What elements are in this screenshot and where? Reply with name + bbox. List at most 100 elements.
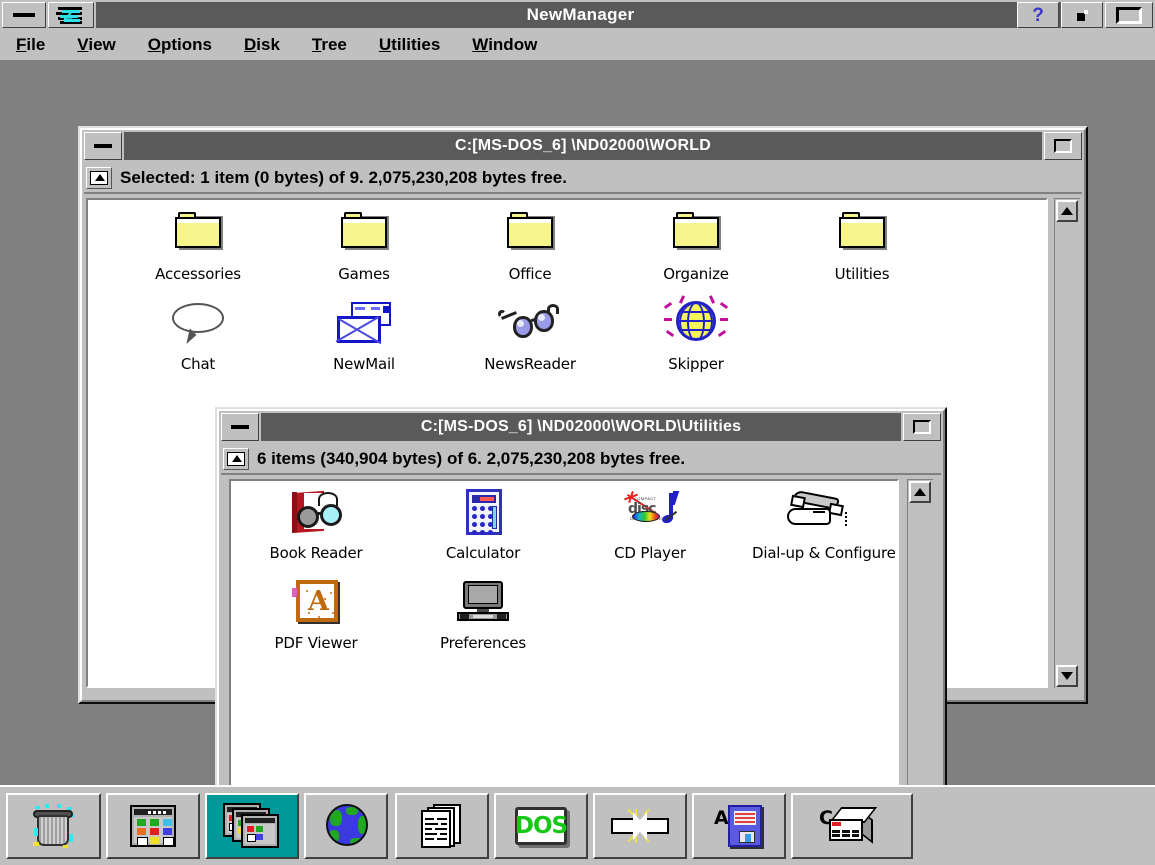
minimize-icon [13,13,35,17]
taskbar-button-ms-dos-prompt[interactable]: DOS [494,793,588,859]
file-item-cd-player[interactable]: COMPACT disc DIGITAL AUDIO CD Player [585,487,715,562]
desktop-root: Z NewManager ? File View Options Disk Tr… [0,0,1155,865]
app-restore-button[interactable] [1061,2,1103,28]
triangle-down-icon [1061,672,1073,680]
book-glasses-icon [284,487,348,541]
taskbar-button-program-manager[interactable] [106,793,200,859]
file-item-pdf-viewer[interactable]: A PDF Viewer [251,577,381,652]
file-item-label: Chat [180,355,216,373]
maximize-icon [1116,6,1142,24]
app-title-text: NewManager [96,2,1065,28]
menu-item-options[interactable]: Options [132,35,228,55]
app-minimize-button[interactable] [2,2,46,28]
minimize-icon [94,144,112,148]
help-button[interactable]: ? [1017,2,1059,28]
menu-bar: File View Options Disk Tree Utilities Wi… [0,30,1155,62]
taskbar-button-close-all[interactable] [593,793,687,859]
window-utilities-file-pane[interactable]: Book Reader Calculator COMPACT disc CD P… [229,479,899,817]
window-world-minimize-button[interactable] [84,132,122,160]
telephone-hand-icon [785,487,849,541]
menu-item-window[interactable]: Window [456,35,553,55]
acrobat-icon: A [284,577,348,631]
window-world-status-text: Selected: 1 item (0 bytes) of 9. 2,075,2… [120,168,567,187]
parent-directory-icon[interactable] [86,167,112,189]
menu-item-file[interactable]: File [0,35,61,55]
window-world-maximize-button[interactable] [1044,132,1082,160]
maximize-icon [1054,139,1072,153]
compact-disc-icon: COMPACT disc DIGITAL AUDIO [618,487,682,541]
file-item-preferences[interactable]: Preferences [418,577,548,652]
parent-directory-icon[interactable] [223,448,249,470]
scrollbar-track[interactable] [1056,222,1079,665]
file-item-label: Skipper [668,355,724,373]
folder-icon [830,208,894,262]
window-world-title-bar[interactable]: C:[MS-DOS_6] \ND02000\WORLD [84,132,1082,160]
taskbar-button-internet[interactable] [304,793,388,859]
window-utilities-title-bar[interactable]: C:[MS-DOS_6] \ND02000\WORLD\Utilities [221,413,941,441]
restore-icon [1076,9,1088,21]
file-item-dialup-configure[interactable]: Dial-up & Configure [752,487,896,562]
collide-arrows-icon [609,801,671,851]
scroll-down-button[interactable] [1056,665,1078,687]
floppy-disk-icon: A [708,801,770,851]
documents-stack-icon [411,801,473,851]
computer-icon [451,577,515,631]
file-item-office[interactable]: Office [465,208,595,283]
window-world-vertical-scrollbar[interactable] [1054,198,1080,688]
mdi-client-area: C:[MS-DOS_6] \ND02000\WORLD Selected: 1 … [0,62,1155,834]
scroll-up-button[interactable] [909,481,931,503]
triangle-up-icon [1061,207,1073,215]
taskbar-button-drive-a[interactable]: A [692,793,786,859]
program-group-stack-icon [221,801,283,851]
file-item-skipper[interactable]: Skipper [631,295,761,373]
file-item-newmail[interactable]: NewMail [299,298,429,373]
file-item-label: CD Player [614,544,686,562]
file-item-organize[interactable]: Organize [631,208,761,283]
menu-item-tree[interactable]: Tree [296,35,363,55]
program-group-icon [122,801,184,851]
app-window-controls: ? [1015,2,1153,28]
file-item-calculator[interactable]: Calculator [418,487,548,562]
window-world-status-bar: Selected: 1 item (0 bytes) of 9. 2,075,2… [84,164,1082,194]
drive-letter-label: A [714,807,729,829]
file-item-games[interactable]: Games [299,208,429,283]
menu-item-utilities[interactable]: Utilities [363,35,456,55]
file-item-label: NewMail [333,355,395,373]
eyeglasses-icon [498,298,562,352]
menu-item-view[interactable]: View [61,35,131,55]
window-utilities-minimize-button[interactable] [221,413,259,441]
newmanager-logo-icon: Z [56,5,86,25]
triangle-up-icon [914,488,926,496]
question-mark-icon: ? [1032,4,1044,26]
file-item-utilities[interactable]: Utilities [797,208,927,283]
file-item-label: Preferences [439,634,527,652]
dos-icon: DOS [510,801,572,851]
taskbar-button-new-manager[interactable] [205,793,299,859]
minimize-icon [231,425,249,429]
window-utilities-maximize-button[interactable] [903,413,941,441]
file-item-label: Calculator [445,544,521,562]
taskbar-button-documents[interactable] [395,793,489,859]
taskbar-button-recycle-bin[interactable] [6,793,101,859]
file-item-accessories[interactable]: Accessories [133,208,263,283]
trash-can-icon [23,801,85,851]
scrollbar-track[interactable] [909,503,932,794]
envelope-icon [332,298,396,352]
file-item-label: Office [508,265,552,283]
file-item-book-reader[interactable]: Book Reader [251,487,381,562]
globe-earth-icon [315,801,377,851]
app-maximize-button[interactable] [1105,2,1153,28]
window-world-title-text: C:[MS-DOS_6] \ND02000\WORLD [124,132,1042,160]
scroll-up-button[interactable] [1056,200,1078,222]
menu-item-disk[interactable]: Disk [228,35,296,55]
calculator-icon [451,487,515,541]
window-utilities-vertical-scrollbar[interactable] [907,479,933,817]
taskbar: DOS A C [0,785,1155,865]
folder-icon [498,208,562,262]
file-item-newsreader[interactable]: NewsReader [465,298,595,373]
app-system-menu-button[interactable]: Z [48,2,94,28]
file-item-chat[interactable]: Chat [133,298,263,373]
taskbar-button-drive-c[interactable]: C [791,793,913,859]
speech-bubble-icon [166,298,230,352]
window-utilities[interactable]: C:[MS-DOS_6] \ND02000\WORLD\Utilities 6 … [215,407,947,834]
